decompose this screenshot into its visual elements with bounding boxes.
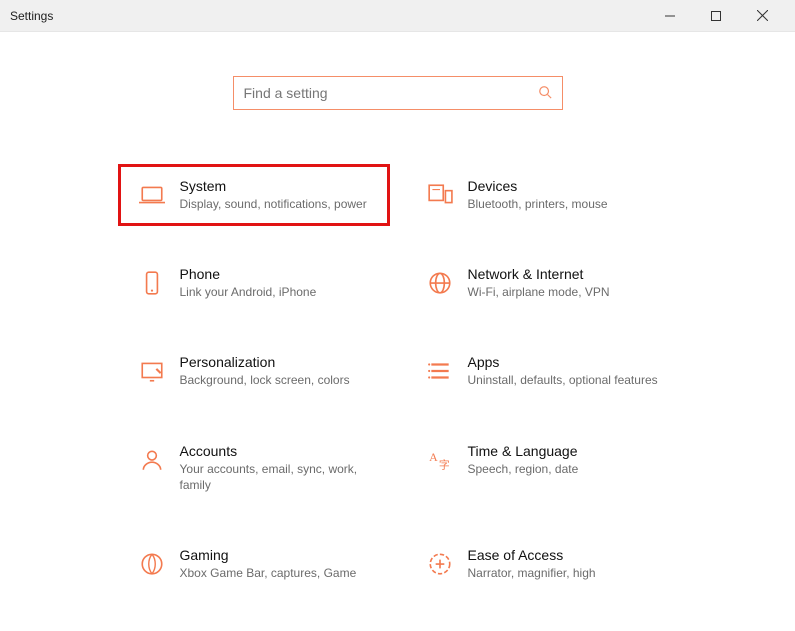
settings-tile-phone[interactable]: Phone Link your Android, iPhone bbox=[120, 254, 388, 312]
tile-title: Devices bbox=[468, 178, 666, 194]
tile-subtitle: Wi-Fi, airplane mode, VPN bbox=[468, 284, 666, 300]
laptop-icon bbox=[130, 178, 174, 208]
tile-title: System bbox=[180, 178, 378, 194]
tile-title: Network & Internet bbox=[468, 266, 666, 282]
personalize-icon bbox=[130, 354, 174, 384]
tile-subtitle: Link your Android, iPhone bbox=[180, 284, 378, 300]
search-wrap bbox=[0, 76, 795, 110]
window-titlebar: Settings bbox=[0, 0, 795, 32]
tile-subtitle: Xbox Game Bar, captures, Game bbox=[180, 565, 378, 581]
settings-tile-gaming[interactable]: Gaming Xbox Game Bar, captures, Game bbox=[120, 535, 388, 593]
maximize-button[interactable] bbox=[693, 0, 739, 32]
tile-title: Gaming bbox=[180, 547, 378, 563]
search-icon bbox=[538, 85, 552, 102]
settings-tile-personalization[interactable]: Personalization Background, lock screen, … bbox=[120, 342, 388, 400]
settings-grid: System Display, sound, notifications, pow… bbox=[120, 166, 676, 593]
window-title: Settings bbox=[10, 9, 53, 23]
settings-tile-apps[interactable]: Apps Uninstall, defaults, optional featur… bbox=[408, 342, 676, 400]
search-input[interactable] bbox=[244, 85, 538, 101]
settings-tile-accounts[interactable]: Accounts Your accounts, email, sync, work… bbox=[120, 431, 388, 505]
tile-title: Apps bbox=[468, 354, 666, 370]
tile-title: Accounts bbox=[180, 443, 378, 459]
settings-tile-ease-of-access[interactable]: Ease of Access Narrator, magnifier, high bbox=[408, 535, 676, 593]
accounts-icon bbox=[130, 443, 174, 473]
time-lang-icon bbox=[418, 443, 462, 473]
window-controls bbox=[647, 0, 785, 32]
tile-subtitle: Bluetooth, printers, mouse bbox=[468, 196, 666, 212]
tile-subtitle: Background, lock screen, colors bbox=[180, 372, 378, 388]
gaming-icon bbox=[130, 547, 174, 577]
settings-tile-time-language[interactable]: Time & Language Speech, region, date bbox=[408, 431, 676, 505]
tile-subtitle: Speech, region, date bbox=[468, 461, 666, 477]
ease-icon bbox=[418, 547, 462, 577]
tile-subtitle: Your accounts, email, sync, work, family bbox=[180, 461, 378, 493]
tile-subtitle: Uninstall, defaults, optional features bbox=[468, 372, 666, 388]
settings-tile-system[interactable]: System Display, sound, notifications, pow… bbox=[120, 166, 388, 224]
tile-title: Phone bbox=[180, 266, 378, 282]
settings-tile-network[interactable]: Network & Internet Wi-Fi, airplane mode, … bbox=[408, 254, 676, 312]
tile-subtitle: Display, sound, notifications, power bbox=[180, 196, 378, 212]
phone-icon bbox=[130, 266, 174, 296]
minimize-button[interactable] bbox=[647, 0, 693, 32]
tile-title: Ease of Access bbox=[468, 547, 666, 563]
search-box[interactable] bbox=[233, 76, 563, 110]
tile-title: Personalization bbox=[180, 354, 378, 370]
globe-icon bbox=[418, 266, 462, 296]
devices-icon bbox=[418, 178, 462, 208]
apps-icon bbox=[418, 354, 462, 384]
tile-title: Time & Language bbox=[468, 443, 666, 459]
settings-tile-devices[interactable]: Devices Bluetooth, printers, mouse bbox=[408, 166, 676, 224]
close-button[interactable] bbox=[739, 0, 785, 32]
tile-subtitle: Narrator, magnifier, high bbox=[468, 565, 666, 581]
